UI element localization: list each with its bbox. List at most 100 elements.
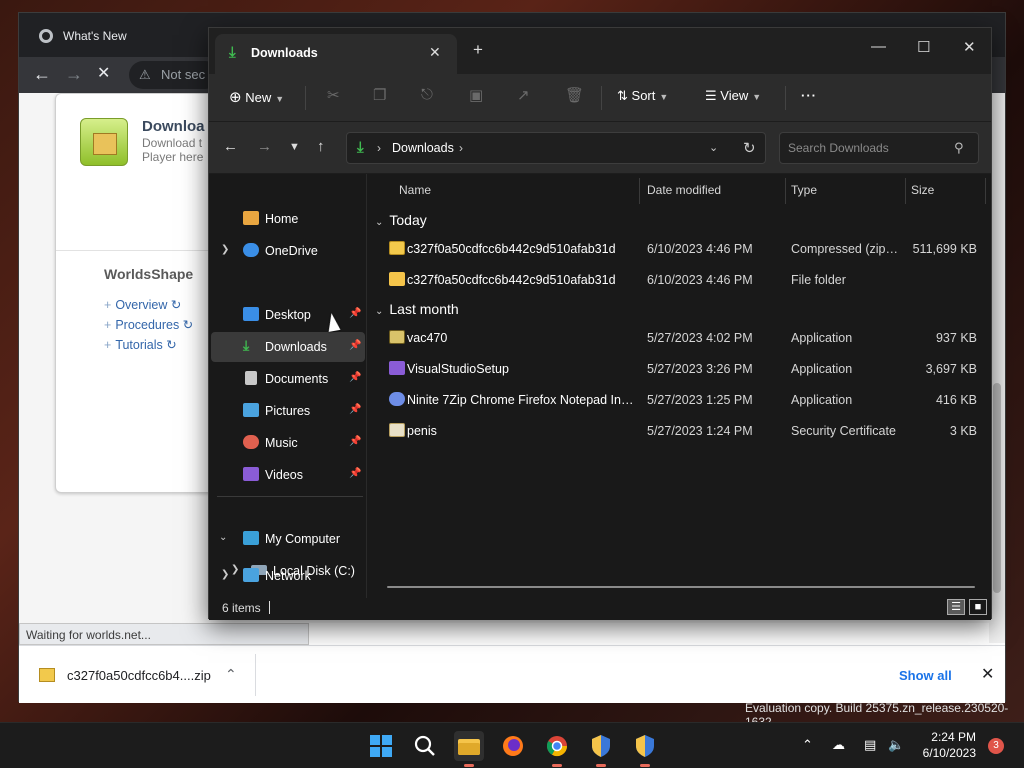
procedures-link[interactable]: + Procedures ↻ bbox=[104, 317, 193, 332]
nav-item-downloads[interactable]: ⤓ Downloads 📌 bbox=[211, 332, 365, 362]
download-description-line: Download t bbox=[142, 136, 203, 150]
forward-arrow-icon[interactable]: → bbox=[257, 138, 272, 155]
group-header-last-month[interactable]: ⌄ Last month bbox=[375, 301, 459, 317]
maximize-icon[interactable]: ☐ bbox=[917, 38, 930, 56]
cut-icon[interactable]: ✂ bbox=[327, 86, 340, 104]
file-row[interactable]: VisualStudioSetup 5/27/2023 3:26 PM Appl… bbox=[381, 355, 981, 383]
pin-icon[interactable]: 📌 bbox=[349, 372, 361, 383]
chevron-up-icon[interactable]: ⌃ bbox=[802, 737, 813, 753]
details-view-icon[interactable]: ☰ bbox=[947, 599, 965, 615]
download-item-name[interactable]: c327f0a50cdfcc6b4....zip bbox=[67, 668, 211, 683]
sort-button[interactable]: ⇅ Sort ▼ bbox=[617, 88, 668, 104]
file-row[interactable]: Ninite 7Zip Chrome Firefox Notepad Inst.… bbox=[381, 386, 981, 414]
chevron-down-icon[interactable]: ⌄ bbox=[709, 141, 718, 154]
pin-icon[interactable]: 📌 bbox=[349, 436, 361, 447]
clock-time: 2:24 PM bbox=[931, 730, 976, 744]
search-icon[interactable] bbox=[410, 731, 440, 761]
security-shield-icon[interactable] bbox=[586, 731, 616, 767]
group-header-today[interactable]: ⌄ Today bbox=[375, 212, 427, 228]
omnibox[interactable]: ⚠ Not sec bbox=[129, 61, 219, 89]
notification-badge[interactable]: 3 bbox=[988, 738, 1004, 754]
nav-item-home[interactable]: Home bbox=[211, 204, 365, 234]
recent-locations-chevron-icon[interactable]: ▼ bbox=[289, 141, 300, 153]
search-box[interactable]: ⚲ bbox=[779, 132, 979, 164]
close-tab-icon[interactable]: ✕ bbox=[429, 44, 441, 61]
copy-icon[interactable]: ❐ bbox=[373, 86, 386, 104]
new-tab-icon[interactable]: + bbox=[473, 40, 483, 60]
breadcrumb-downloads[interactable]: Downloads bbox=[392, 141, 454, 155]
nav-item-network[interactable]: ❯ Network bbox=[211, 561, 365, 591]
chevron-right-icon[interactable]: ❯ bbox=[221, 244, 229, 255]
column-divider[interactable] bbox=[905, 178, 906, 204]
chevron-down-icon[interactable]: ⌄ bbox=[219, 532, 227, 543]
file-row[interactable]: c327f0a50cdfcc6b442c9d510afab31d 6/10/20… bbox=[381, 266, 981, 294]
back-arrow-icon[interactable]: ← bbox=[33, 64, 51, 84]
minimize-icon[interactable]: — bbox=[871, 38, 886, 55]
chevron-right-icon[interactable]: › bbox=[459, 141, 463, 155]
back-arrow-icon[interactable]: ← bbox=[223, 138, 238, 155]
file-type: Application bbox=[791, 331, 853, 345]
scrollbar-thumb[interactable] bbox=[993, 383, 1001, 593]
search-icon[interactable]: ⚲ bbox=[954, 140, 964, 156]
chrome-icon[interactable] bbox=[542, 731, 572, 767]
clock[interactable]: 2:24 PM 6/10/2023 bbox=[912, 729, 976, 761]
column-header-name[interactable]: Name bbox=[399, 183, 431, 197]
view-button[interactable]: ☰ View ▼ bbox=[705, 88, 761, 104]
file-row[interactable]: c327f0a50cdfcc6b442c9d510afab31d 6/10/20… bbox=[381, 235, 981, 263]
rename-icon[interactable]: ▣ bbox=[469, 86, 483, 104]
stop-loading-icon[interactable]: ✕ bbox=[97, 64, 110, 84]
volume-icon[interactable]: 🔈 bbox=[888, 737, 904, 753]
nav-item-desktop[interactable]: Desktop 📌 bbox=[211, 300, 365, 330]
overview-link[interactable]: + Overview ↻ bbox=[104, 297, 181, 312]
chevron-up-icon[interactable]: ⌃ bbox=[225, 666, 237, 683]
pin-icon[interactable]: 📌 bbox=[349, 404, 361, 415]
firefox-icon[interactable] bbox=[498, 731, 528, 761]
start-windows-icon[interactable] bbox=[366, 731, 396, 761]
file-row[interactable]: vac470 5/27/2023 4:02 PM Application 937… bbox=[381, 324, 981, 352]
nav-item-music[interactable]: Music 📌 bbox=[211, 428, 365, 458]
chevron-right-icon[interactable]: ❯ bbox=[221, 569, 229, 580]
column-header-size[interactable]: Size bbox=[911, 183, 934, 197]
column-divider[interactable] bbox=[985, 178, 986, 204]
chrome-tab-title[interactable]: What's New bbox=[63, 29, 127, 43]
explorer-tab-downloads[interactable]: ⤓ Downloads ✕ bbox=[215, 34, 457, 74]
file-date: 5/27/2023 3:26 PM bbox=[647, 362, 753, 376]
more-options-icon[interactable]: ··· bbox=[801, 88, 817, 103]
pin-icon[interactable]: 📌 bbox=[349, 340, 361, 351]
column-divider[interactable] bbox=[639, 178, 640, 204]
close-icon[interactable]: ✕ bbox=[981, 664, 994, 684]
download-description-line: Player here bbox=[142, 150, 204, 164]
nav-item-videos[interactable]: Videos 📌 bbox=[211, 460, 365, 490]
new-button[interactable]: ⊕ New ▼ bbox=[229, 88, 284, 106]
search-input[interactable] bbox=[780, 133, 950, 163]
column-divider[interactable] bbox=[785, 178, 786, 204]
column-header-date[interactable]: Date modified bbox=[647, 183, 721, 197]
address-bar[interactable]: ⤓ › Downloads › ⌄ ↻ bbox=[346, 132, 766, 164]
chevron-right-icon[interactable]: › bbox=[377, 141, 381, 155]
pin-icon[interactable]: 📌 bbox=[349, 308, 361, 319]
horizontal-scrollbar[interactable] bbox=[387, 586, 975, 588]
file-explorer-icon[interactable] bbox=[454, 731, 484, 767]
share-icon[interactable]: ↗ bbox=[517, 86, 530, 104]
paste-icon[interactable]: ⎋ bbox=[421, 86, 433, 103]
nav-item-onedrive[interactable]: ❯ OneDrive bbox=[211, 236, 365, 266]
refresh-icon[interactable]: ↻ bbox=[743, 139, 756, 157]
delete-icon[interactable]: 🗑 bbox=[565, 86, 584, 104]
close-window-icon[interactable]: ✕ bbox=[963, 38, 976, 56]
tiles-view-icon[interactable]: ■ bbox=[969, 599, 987, 615]
tutorials-link[interactable]: + Tutorials ↻ bbox=[104, 337, 177, 352]
security-shield-icon[interactable] bbox=[630, 731, 660, 767]
nav-item-pictures[interactable]: Pictures 📌 bbox=[211, 396, 365, 426]
file-name: Ninite 7Zip Chrome Firefox Notepad Inst.… bbox=[407, 393, 637, 407]
address-row: ← → ▼ ↑ ⤓ › Downloads › ⌄ ↻ ⚲ bbox=[209, 122, 991, 174]
onedrive-offline-icon[interactable]: ☁ bbox=[832, 737, 845, 753]
nav-item-my-computer[interactable]: ⌄ My Computer bbox=[211, 524, 365, 554]
up-arrow-icon[interactable]: ↑ bbox=[317, 138, 325, 155]
show-all-button[interactable]: Show all bbox=[899, 666, 952, 685]
file-row[interactable]: penis 5/27/2023 1:24 PM Security Certifi… bbox=[381, 417, 981, 445]
nav-item-documents[interactable]: Documents 📌 bbox=[211, 364, 365, 394]
network-icon[interactable]: ▤ bbox=[864, 737, 876, 753]
forward-arrow-icon[interactable]: → bbox=[65, 64, 83, 84]
pin-icon[interactable]: 📌 bbox=[349, 468, 361, 479]
column-header-type[interactable]: Type bbox=[791, 183, 817, 197]
